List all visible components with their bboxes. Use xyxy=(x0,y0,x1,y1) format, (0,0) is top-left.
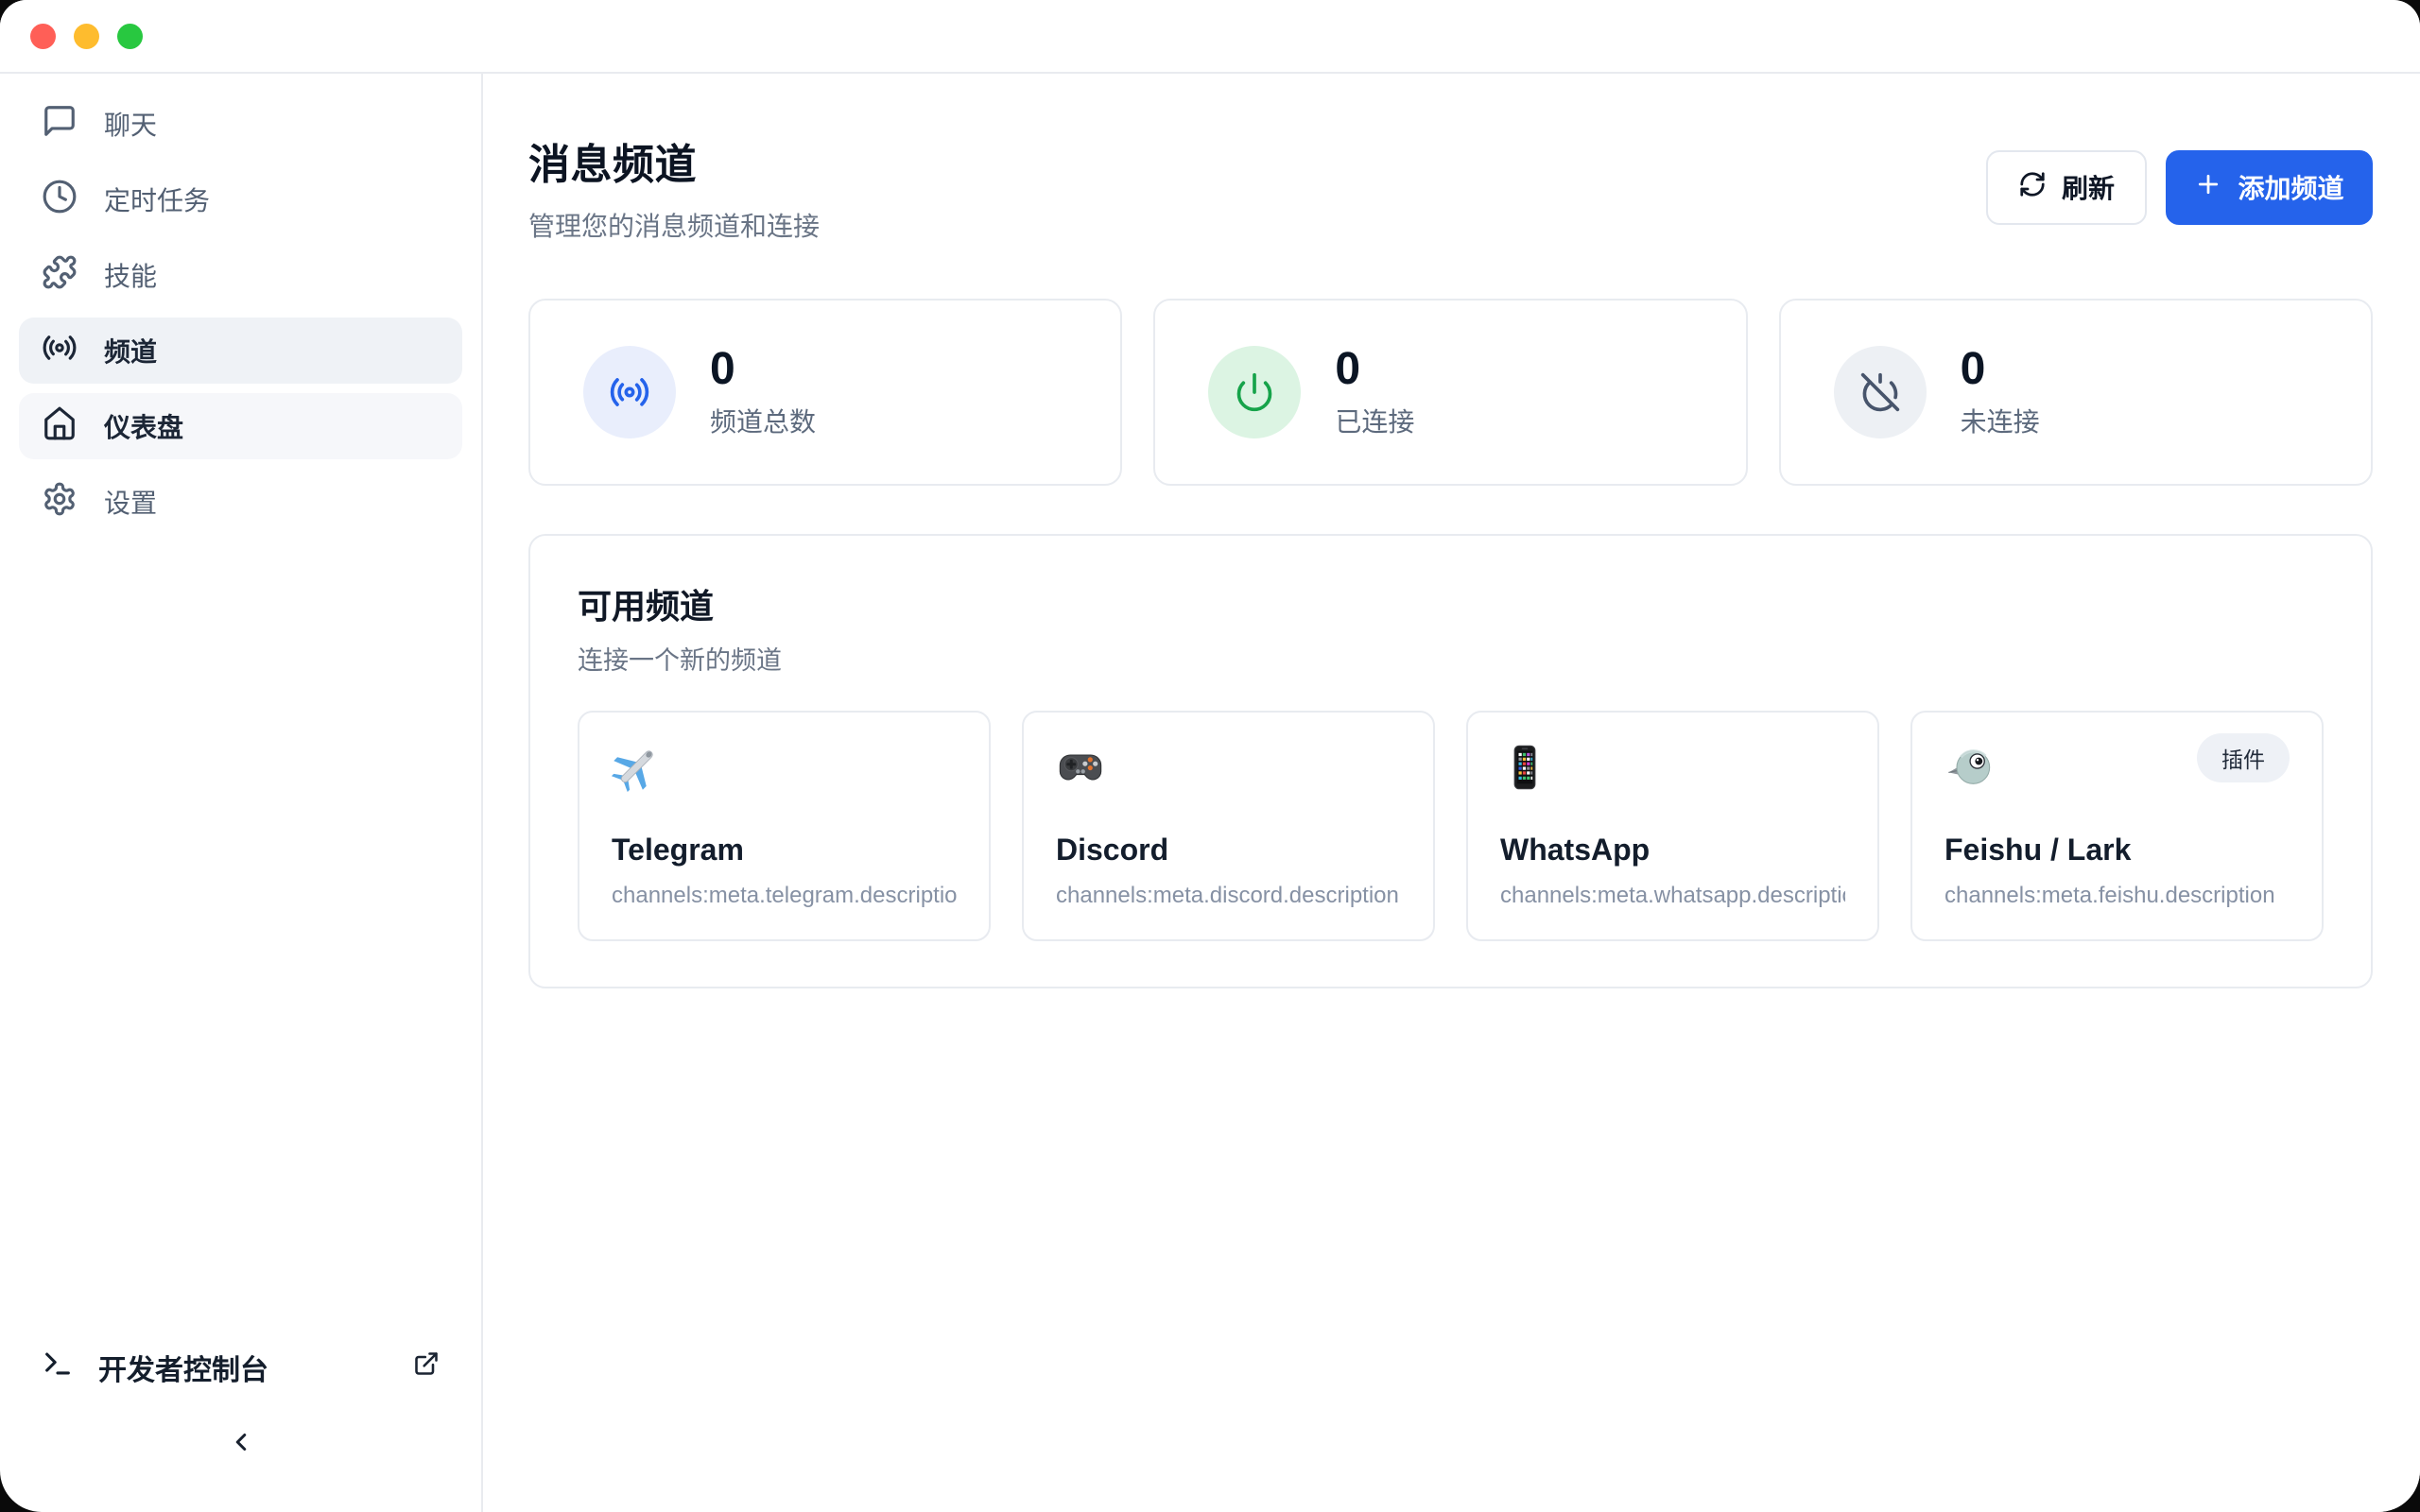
sidebar-item-scheduled-tasks[interactable]: 定时任务 xyxy=(19,166,462,232)
stat-value: 0 xyxy=(1335,345,1414,395)
stat-value: 0 xyxy=(710,345,816,395)
stat-text: 0 未连接 xyxy=(1961,345,2040,440)
refresh-button[interactable]: 刷新 xyxy=(1986,150,2147,225)
channel-card-whatsapp[interactable]: WhatsApp channels:meta.whatsapp.descript… xyxy=(1466,711,1879,941)
radio-icon xyxy=(42,330,78,372)
minimize-window-button[interactable] xyxy=(74,24,99,49)
sidebar-item-label: 设置 xyxy=(104,483,157,521)
stat-value: 0 xyxy=(1961,345,2040,395)
channel-description: channels:meta.discord.description xyxy=(1056,883,1401,909)
radio-icon xyxy=(583,346,676,438)
external-link-icon[interactable] xyxy=(413,1350,440,1384)
developer-console-link[interactable]: 开发者控制台 xyxy=(0,1334,481,1400)
stats-row: 0 频道总数 0 已连接 xyxy=(528,299,2373,486)
channel-card-feishu[interactable]: 插件 Feishu / Lark channels:meta.feishu.de… xyxy=(1910,711,2324,941)
refresh-button-label: 刷新 xyxy=(2062,168,2115,206)
stat-label: 未连接 xyxy=(1961,402,2040,439)
page-header-titles: 消息频道 管理您的消息频道和连接 xyxy=(528,130,820,244)
page-header: 消息频道 管理您的消息频道和连接 刷新 添加频道 xyxy=(528,130,2373,244)
terminal-icon xyxy=(42,1348,74,1387)
sidebar: 聊天 定时任务 技能 xyxy=(0,74,483,1512)
channel-description: channels:meta.telegram.description xyxy=(612,883,957,909)
app-window: 聊天 定时任务 技能 xyxy=(0,0,2420,1512)
stat-label: 已连接 xyxy=(1335,402,1414,439)
sidebar-nav: 聊天 定时任务 技能 xyxy=(0,91,481,535)
power-icon xyxy=(1208,346,1301,438)
power-off-icon xyxy=(1834,346,1927,438)
channel-card-telegram[interactable]: Telegram channels:meta.telegram.descript… xyxy=(578,711,991,941)
channel-name: WhatsApp xyxy=(1500,833,1845,868)
sidebar-bottom: 开发者控制台 xyxy=(0,1334,481,1487)
sidebar-item-label: 定时任务 xyxy=(104,180,210,218)
channel-description: channels:meta.feishu.description xyxy=(1945,883,2290,909)
sidebar-item-channels[interactable]: 频道 xyxy=(19,318,462,384)
channel-grid: Telegram channels:meta.telegram.descript… xyxy=(578,711,2324,941)
available-channels-panel: 可用频道 连接一个新的频道 xyxy=(528,534,2373,988)
header-actions: 刷新 添加频道 xyxy=(1986,150,2373,225)
chevron-left-icon xyxy=(227,1428,255,1461)
clock-icon xyxy=(42,179,78,221)
channel-name: Feishu / Lark xyxy=(1945,833,2290,868)
sidebar-item-label: 聊天 xyxy=(104,105,157,143)
stat-text: 0 已连接 xyxy=(1335,345,1414,440)
zoom-window-button[interactable] xyxy=(117,24,143,49)
plus-icon xyxy=(2194,170,2222,205)
traffic-lights xyxy=(30,24,143,49)
gamepad-emoji-icon xyxy=(1056,743,1105,792)
collapse-sidebar-button[interactable] xyxy=(213,1416,269,1472)
main-content: 消息频道 管理您的消息频道和连接 刷新 添加频道 xyxy=(483,74,2420,1512)
add-channel-button-label: 添加频道 xyxy=(2238,168,2343,206)
bird-emoji-icon xyxy=(1945,743,1994,792)
puzzle-icon xyxy=(42,254,78,297)
sidebar-item-skills[interactable]: 技能 xyxy=(19,242,462,308)
close-window-button[interactable] xyxy=(30,24,56,49)
titlebar xyxy=(0,0,2420,74)
sidebar-item-label: 仪表盘 xyxy=(104,407,183,445)
add-channel-button[interactable]: 添加频道 xyxy=(2166,150,2373,225)
home-icon xyxy=(42,405,78,448)
stat-card-disconnected: 0 未连接 xyxy=(1779,299,2373,486)
channel-description: channels:meta.whatsapp.description xyxy=(1500,883,1845,909)
page-title: 消息频道 xyxy=(528,130,820,191)
plugin-badge: 插件 xyxy=(2197,733,2290,782)
mobile-phone-emoji-icon xyxy=(1500,743,1549,792)
sidebar-collapse-row xyxy=(0,1400,481,1487)
app-body: 聊天 定时任务 技能 xyxy=(0,74,2420,1512)
developer-console-label: 开发者控制台 xyxy=(98,1347,268,1388)
channel-name: Discord xyxy=(1056,833,1401,868)
refresh-icon xyxy=(2018,170,2047,205)
available-channels-title: 可用频道 xyxy=(578,579,2324,628)
channel-name: Telegram xyxy=(612,833,957,868)
airplane-emoji-icon xyxy=(612,743,661,792)
sidebar-item-label: 技能 xyxy=(104,256,157,294)
available-channels-subtitle: 连接一个新的频道 xyxy=(578,640,2324,677)
message-square-icon xyxy=(42,103,78,146)
stat-label: 频道总数 xyxy=(710,402,816,439)
page-subtitle: 管理您的消息频道和连接 xyxy=(528,206,820,244)
sidebar-item-label: 频道 xyxy=(104,332,157,369)
channel-card-discord[interactable]: Discord channels:meta.discord.descriptio… xyxy=(1022,711,1435,941)
stat-card-total-channels: 0 频道总数 xyxy=(528,299,1122,486)
stat-card-connected: 0 已连接 xyxy=(1153,299,1747,486)
stat-text: 0 频道总数 xyxy=(710,345,816,440)
sidebar-item-settings[interactable]: 设置 xyxy=(19,469,462,535)
sidebar-item-dashboard[interactable]: 仪表盘 xyxy=(19,393,462,459)
gear-icon xyxy=(42,481,78,524)
sidebar-item-chat[interactable]: 聊天 xyxy=(19,91,462,157)
